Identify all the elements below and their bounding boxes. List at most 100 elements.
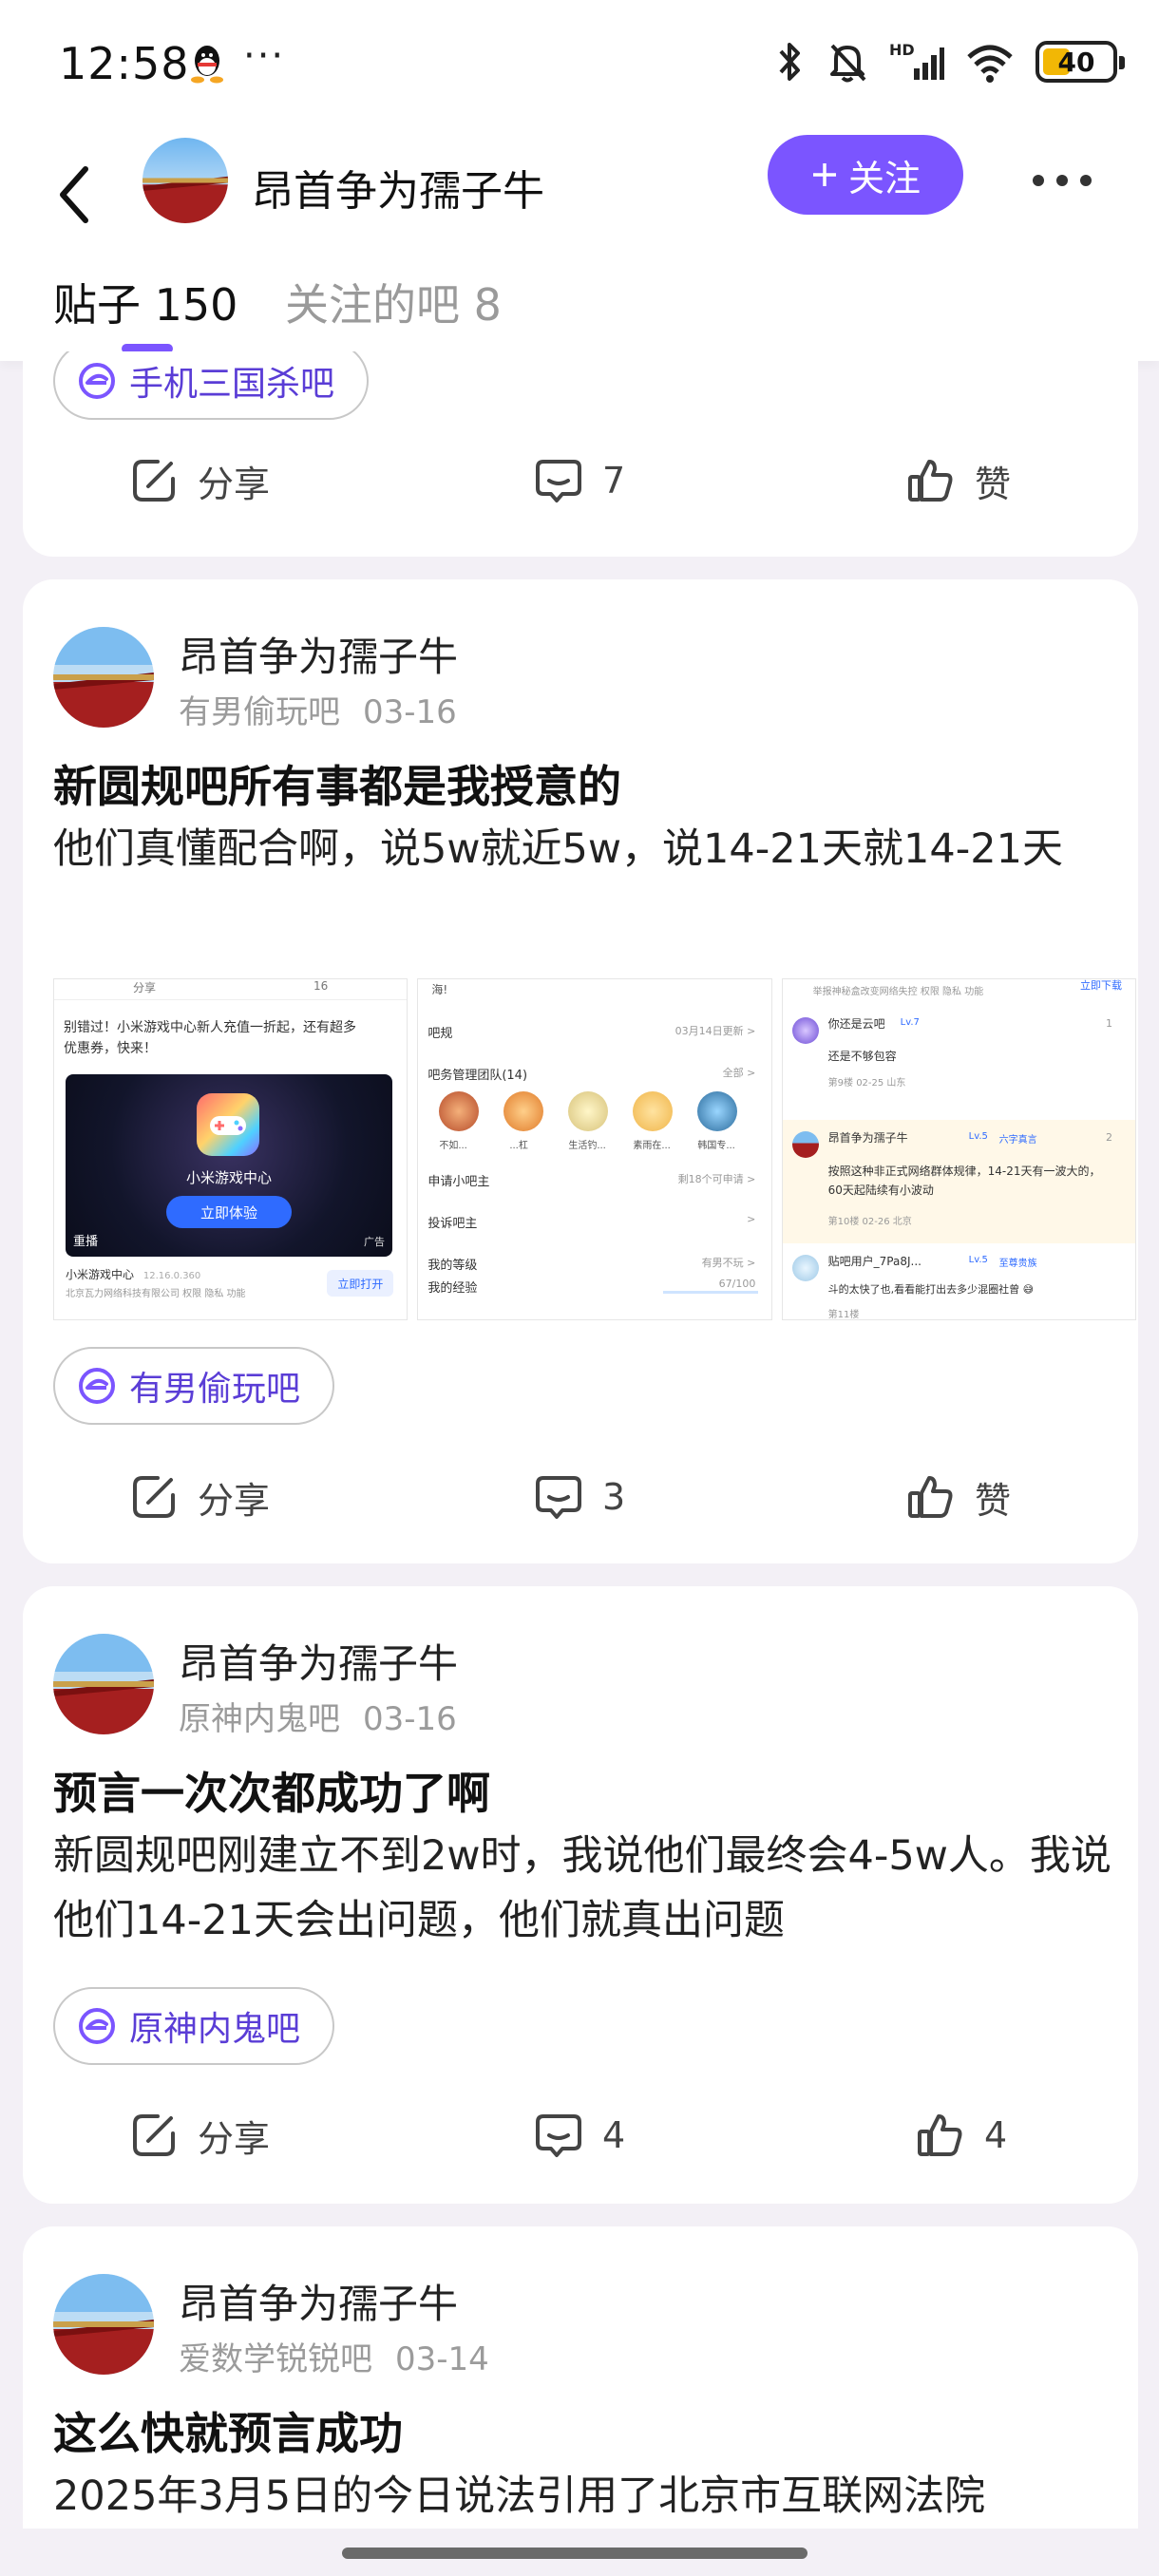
post-image-3[interactable]: 举报神秘盒改变网络失控 权限 隐私 功能 立即下载 你还是云吧 Lv.7 1 还…: [781, 978, 1136, 1320]
img1-open-button: 立即打开: [327, 1270, 394, 1297]
img1-ad-video: 小米游戏中心 立即体验 重播 广告: [66, 1074, 392, 1257]
post-body[interactable]: 他们真懂配合啊，说5w就近5w，说14-21天就14-21天: [53, 817, 1136, 881]
like-count: 赞: [975, 463, 1012, 505]
comment-meta: 第10楼 02-26 北京: [827, 1217, 912, 1227]
post-title[interactable]: 这么快就预言成功: [53, 2399, 403, 2462]
share-label: 分享: [198, 2117, 271, 2160]
bell-muted-icon: [830, 44, 866, 83]
post-body[interactable]: 2025年3月5日的今日说法引用了北京市互联网法院: [53, 2464, 1136, 2529]
avatar-image: [53, 627, 154, 728]
comment-count: 4: [602, 2114, 626, 2156]
member-name: 韩国专...: [697, 1141, 735, 1151]
share-label: 分享: [198, 463, 271, 505]
header-avatar[interactable]: [142, 138, 228, 223]
post-forum-name: 原神内鬼吧: [179, 1700, 340, 1738]
share-icon: [133, 460, 175, 502]
post-title[interactable]: 新圆规吧所有事都是我授意的: [53, 752, 621, 815]
forum-chip[interactable]: 原神内鬼吧: [53, 1987, 335, 2065]
comment-button[interactable]: 4: [534, 2097, 625, 2173]
comment-author: 贴吧用户_7Pa8J...: [827, 1255, 922, 1268]
share-button[interactable]: 分享: [129, 1459, 270, 1535]
avatar-image: [53, 2274, 154, 2375]
img1-tab-right: 16: [314, 979, 329, 993]
img1-replay: 重播: [73, 1235, 99, 1249]
share-button[interactable]: 分享: [129, 2097, 270, 2173]
thumbs-up-icon: [918, 2114, 962, 2156]
author-name[interactable]: 昂首争为孺子牛: [179, 625, 458, 683]
post-meta: 有男偷玩吧 03-16: [179, 686, 457, 732]
forum-chip-label: 手机三国杀吧: [129, 365, 335, 404]
post-image-1[interactable]: 分享 16 别错过！小米游戏中心新人充值一折起，还有超多优惠券，快来！ 小米游戏…: [53, 978, 408, 1320]
commenter-avatar: [791, 1255, 819, 1281]
post-card[interactable]: 昂首争为孺子牛 有男偷玩吧 03-16 新圆规吧所有事都是我授意的 他们真懂配合啊…: [23, 579, 1138, 1563]
comment-badge: 至尊贵族: [998, 1259, 1037, 1269]
post-card[interactable]: 昂首争为孺子牛 原神内鬼吧 03-16 预言一次次都成功了啊 新圆规吧刚建立不到2…: [23, 1586, 1138, 2204]
member-avatar: [504, 1091, 544, 1131]
more-options-icon[interactable]: [1031, 173, 1093, 188]
home-indicator[interactable]: [342, 2548, 808, 2559]
comment-text: 斗的太快了也,看看能打出去多少混圈社曾 😅: [827, 1283, 1035, 1296]
post-card[interactable]: 昂首争为孺子牛 爱数学锐锐吧 03-14 这么快就预言成功 2025年3月5日的今…: [23, 2226, 1138, 2576]
author-avatar[interactable]: [53, 1634, 154, 1734]
img1-company: 北京瓦力网络科技有限公司 权限 隐私 功能: [66, 1289, 246, 1299]
img2-row-value: 有男不玩 >: [701, 1257, 756, 1269]
member-avatar: [439, 1091, 480, 1131]
author-avatar[interactable]: [53, 2274, 154, 2375]
share-button[interactable]: 分享: [129, 443, 270, 519]
author-avatar[interactable]: [53, 627, 154, 728]
comment-icon: [536, 2114, 581, 2157]
share-icon: [133, 2114, 175, 2156]
post-title[interactable]: 预言一次次都成功了啊: [53, 1759, 490, 1822]
like-button[interactable]: 4: [916, 2097, 1007, 2173]
commenter-avatar: [791, 1131, 819, 1158]
like-button[interactable]: 赞: [906, 443, 1011, 519]
post-card[interactable]: 手机三国杀吧 分享 7 赞: [23, 351, 1138, 557]
qq-icon: [191, 46, 223, 84]
signal-icon: HD: [889, 41, 944, 80]
battery-level: 40: [1057, 46, 1095, 78]
follow-button[interactable]: 关注: [768, 135, 963, 215]
like-count: 4: [984, 2114, 1008, 2156]
author-name[interactable]: 昂首争为孺子牛: [179, 1632, 458, 1690]
comment-icon: [536, 460, 581, 502]
share-label: 分享: [198, 1479, 271, 1522]
img2-top: 海!: [431, 983, 448, 996]
post-forum-name: 有男偷玩吧: [179, 693, 340, 731]
img2-row-value: 全部 >: [722, 1067, 756, 1079]
game-controller-icon: [197, 1093, 259, 1156]
tab-posts[interactable]: 贴子 150: [53, 271, 238, 333]
member-name: ...杠: [509, 1141, 528, 1151]
comment-button[interactable]: 7: [534, 443, 625, 519]
img2-row-label: 我的经验: [428, 1281, 478, 1296]
like-count: 赞: [975, 1479, 1012, 1522]
img2-row-label: 申请小吧主: [428, 1175, 490, 1189]
forum-icon: [79, 2008, 115, 2044]
img2-row-value: 剩18个可申请 >: [677, 1173, 756, 1185]
avatar-image: [142, 138, 228, 223]
post-body[interactable]: 新圆规吧刚建立不到2w时，我说他们最终会4-5w人。我说他们14-21天会出问题…: [53, 1824, 1136, 1953]
author-name[interactable]: 昂首争为孺子牛: [179, 2272, 458, 2330]
img2-row-label: 吧务管理团队(14): [428, 1069, 528, 1083]
like-button[interactable]: 赞: [906, 1459, 1011, 1535]
member-avatar: [633, 1091, 674, 1131]
post-image-2[interactable]: 海! 吧规 03月14日更新 > 吧务管理团队(14) 全部 > 不如... .…: [417, 978, 772, 1320]
img2-row-label: 吧规: [428, 1027, 453, 1041]
img1-app-version: 12.16.0.360: [142, 1271, 201, 1281]
member-name: 生活钓...: [568, 1141, 606, 1151]
post-image-strip: 分享 16 别错过！小米游戏中心新人充值一折起，还有超多优惠券，快来！ 小米游戏…: [53, 978, 1136, 1320]
forum-chip[interactable]: 手机三国杀吧: [53, 351, 370, 420]
back-arrow-icon[interactable]: [48, 152, 104, 237]
comment-level: Lv.7: [900, 1017, 920, 1028]
forum-icon: [79, 1368, 115, 1404]
forum-chip[interactable]: 有男偷玩吧: [53, 1347, 335, 1425]
comment-text: 还是不够包容: [827, 1050, 897, 1063]
forum-chip-label: 原神内鬼吧: [129, 2010, 301, 2049]
tab-followed-forums[interactable]: 关注的吧 8: [285, 271, 502, 333]
comment-count: 7: [602, 460, 626, 502]
member-name: 不如...: [439, 1141, 467, 1151]
post-date: 03-16: [363, 1700, 457, 1738]
comment-button[interactable]: 3: [534, 1459, 625, 1535]
battery-indicator: 40: [1036, 41, 1125, 83]
wifi-icon: [967, 45, 1013, 83]
network-label: HD: [889, 41, 915, 59]
